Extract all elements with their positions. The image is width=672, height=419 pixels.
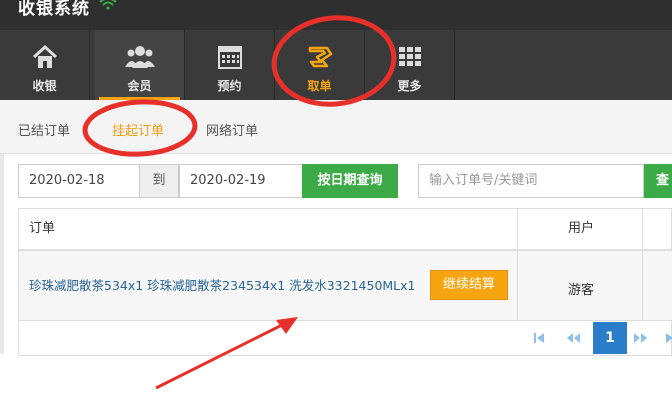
app-window: 收银系统 收银 会员 预约 取单 更多 已结订单 挂起订单 网络订单 2020-… bbox=[0, 0, 672, 419]
order-user: 游客 bbox=[567, 283, 594, 298]
left-strip bbox=[0, 154, 4, 354]
date-separator: 到 bbox=[139, 164, 179, 198]
column-divider bbox=[517, 209, 518, 321]
nav-item-retrieve-order[interactable]: 取单 bbox=[275, 30, 365, 100]
grid-icon bbox=[398, 47, 421, 66]
first-page-icon[interactable] bbox=[522, 322, 556, 354]
order-subtabs: 已结订单 挂起订单 网络订单 bbox=[0, 100, 672, 154]
continue-checkout-button[interactable]: 继续结算 bbox=[430, 270, 508, 300]
main-nav: 收银 会员 预约 取单 更多 bbox=[0, 30, 672, 100]
tab-suspended-orders[interactable]: 挂起订单 bbox=[112, 120, 164, 139]
prev-page-icon[interactable] bbox=[556, 322, 590, 354]
home-icon bbox=[32, 44, 57, 68]
tab-settled-orders[interactable]: 已结订单 bbox=[18, 120, 70, 139]
search-button[interactable]: 查 bbox=[644, 164, 672, 198]
nav-item-members[interactable]: 会员 bbox=[95, 30, 185, 100]
date-query-button[interactable]: 按日期查询 bbox=[302, 164, 398, 198]
app-title: 收银系统 bbox=[18, 0, 90, 19]
nav-label: 预约 bbox=[217, 79, 242, 93]
header-order: 订单 bbox=[29, 221, 56, 236]
order-items: 珍珠减肥散茶534x1 珍珠减肥散茶234534x1 洗发水3321450MLx… bbox=[29, 278, 416, 293]
nav-item-checkout[interactable]: 收银 bbox=[0, 30, 90, 100]
nav-label: 收银 bbox=[32, 79, 57, 93]
column-divider bbox=[642, 209, 643, 321]
date-to-input[interactable]: 2020-02-19 bbox=[179, 164, 303, 198]
table-header: 订单 用户 bbox=[19, 209, 672, 251]
nav-label: 会员 bbox=[127, 79, 152, 93]
calendar-icon bbox=[217, 46, 242, 69]
header-user: 用户 bbox=[567, 221, 594, 236]
nav-label: 更多 bbox=[397, 79, 422, 93]
title-bar: 收银系统 bbox=[0, 0, 672, 30]
nav-item-reservation[interactable]: 预约 bbox=[185, 30, 275, 100]
table-row[interactable]: 珍珠减肥散茶534x1 珍珠减肥散茶234534x1 洗发水3321450MLx… bbox=[19, 251, 672, 321]
nav-label: 取单 bbox=[307, 79, 332, 93]
retrieve-order-icon bbox=[308, 46, 332, 68]
members-icon bbox=[124, 46, 155, 68]
search-input[interactable]: 输入订单号/关键词 bbox=[418, 164, 644, 198]
date-from-input[interactable]: 2020-02-18 bbox=[18, 164, 140, 198]
wifi-icon bbox=[99, 0, 117, 10]
page-number-current[interactable]: 1 bbox=[593, 322, 627, 354]
next-page-icon[interactable] bbox=[624, 322, 658, 354]
last-page-icon[interactable] bbox=[654, 322, 672, 354]
nav-item-more[interactable]: 更多 bbox=[365, 30, 455, 100]
tab-online-orders[interactable]: 网络订单 bbox=[206, 120, 258, 139]
